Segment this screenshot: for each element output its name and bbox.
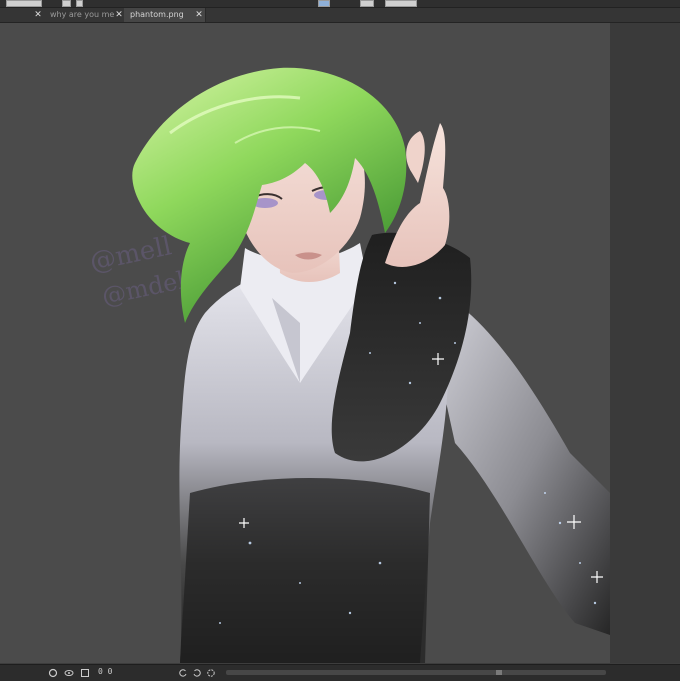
square-icon[interactable] <box>80 668 90 678</box>
figure-waist <box>180 478 430 663</box>
status-bar: 0 0 <box>0 664 680 681</box>
reset-view-icon[interactable] <box>206 668 216 678</box>
rotate-left-icon[interactable] <box>178 668 188 678</box>
right-panel <box>610 23 680 663</box>
toolbar-button[interactable] <box>318 0 330 7</box>
figure-finger <box>406 131 425 183</box>
close-icon[interactable]: ✕ <box>33 8 43 22</box>
artwork-canvas[interactable]: @mell @mdel <box>0 23 610 663</box>
toolbar-button[interactable] <box>6 0 42 7</box>
canvas-workspace[interactable]: @mell @mdel <box>0 23 610 663</box>
eye-icon[interactable] <box>64 668 74 678</box>
rotate-right-icon[interactable] <box>192 668 202 678</box>
close-icon[interactable]: ✕ <box>194 8 204 22</box>
circle-icon[interactable] <box>48 668 58 678</box>
tab-label: why are you me <box>50 10 115 19</box>
toolbar-button[interactable] <box>62 0 71 7</box>
zoom-readout: 0 0 <box>98 667 113 676</box>
tab-label: phantom.png <box>130 10 184 19</box>
horizontal-scrollbar[interactable] <box>226 670 606 675</box>
toolbar-button[interactable] <box>360 0 374 7</box>
scrollbar-thumb[interactable] <box>496 670 502 675</box>
close-icon[interactable]: ✕ <box>114 8 124 22</box>
tab-why-are-you-me[interactable]: why are you me <box>44 8 118 22</box>
toolbar <box>0 0 680 8</box>
toolbar-button[interactable] <box>385 0 417 7</box>
document-tabbar: ✕ why are you me ✕ phantom.png ✕ <box>0 8 680 23</box>
toolbar-button[interactable] <box>76 0 83 7</box>
